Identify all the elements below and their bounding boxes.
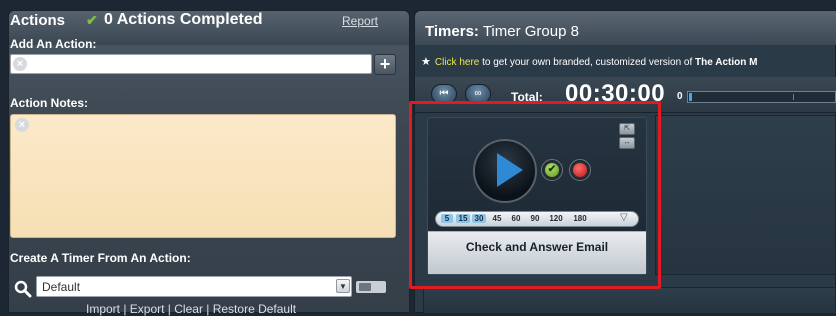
highlight-box [409,101,661,289]
empty-timer-slot[interactable] [655,115,836,275]
promo-text: to get your own branded, customized vers… [482,57,693,68]
progress-bar [687,91,836,103]
empty-timer-slot[interactable] [423,287,836,314]
check-icon: ✔ [86,12,98,28]
actions-title: Actions [10,12,66,29]
timer-template-select[interactable] [36,276,352,297]
import-export-links[interactable]: Import | Export | Clear | Restore Defaul… [86,302,296,316]
timer-template-value: Default [42,280,81,294]
action-notes-textarea[interactable] [10,114,396,238]
timers-header: Timers: Timer Group 8 [415,11,836,45]
add-action-label: Add An Action: [10,37,97,51]
progress-start-label: 0 [677,91,683,102]
clear-notes-icon[interactable]: × [15,118,29,132]
actions-completed-count: 0 Actions Completed [104,11,263,28]
report-link[interactable]: Report [342,14,378,28]
clear-icon[interactable]: × [13,57,27,71]
promo-banner: ★ Click here to get your own branded, cus… [421,55,835,71]
promo-product-name: The Action M [695,57,758,68]
search-icon [14,280,32,298]
progress-fill [689,93,692,101]
action-notes-label: Action Notes: [10,96,88,110]
create-timer-label: Create A Timer From An Action: [10,251,191,265]
progress-tick [793,94,794,100]
add-action-button[interactable]: + [374,54,396,75]
add-action-input[interactable] [10,54,372,74]
timers-title: Timers: Timer Group 8 [425,23,579,40]
promo-link[interactable]: Click here [435,57,479,68]
timers-title-label: Timers: [425,23,479,40]
timer-group-name: Timer Group 8 [482,23,579,40]
toggle-knob [359,283,371,291]
star-icon: ★ [421,56,431,68]
chevron-down-icon[interactable]: ▼ [336,279,350,293]
